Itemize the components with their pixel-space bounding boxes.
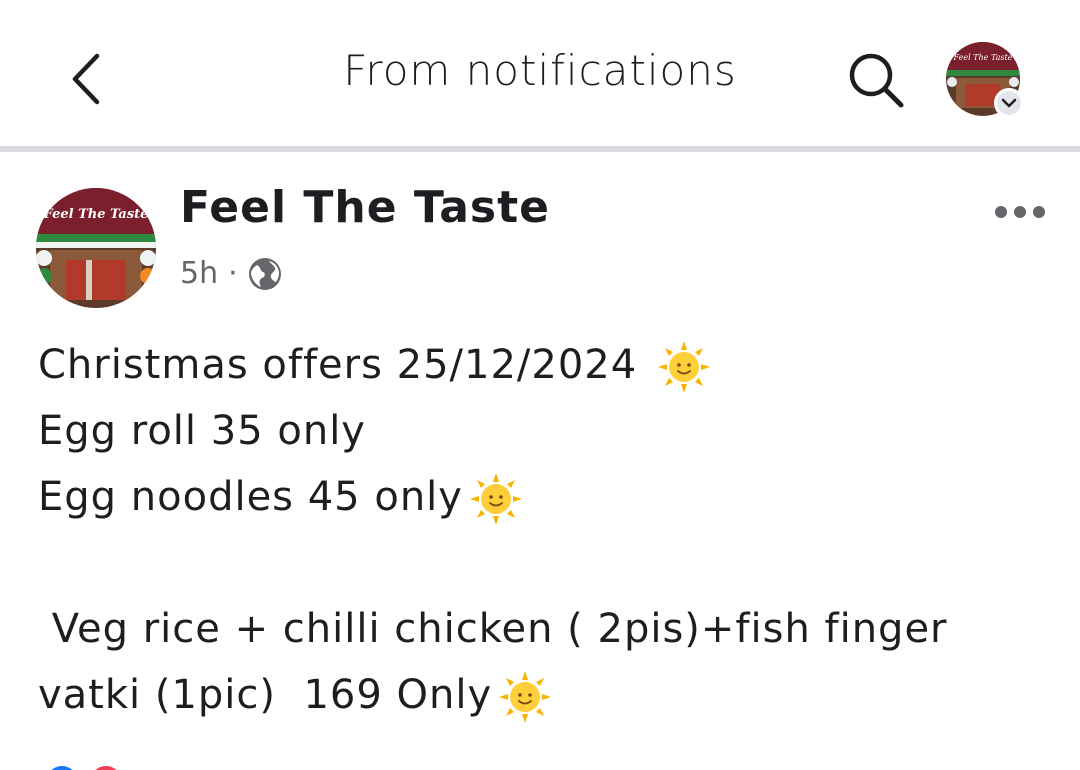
- more-dot: [1014, 206, 1026, 218]
- search-button[interactable]: [844, 48, 908, 112]
- post-options-button[interactable]: [984, 192, 1056, 232]
- sun-with-face-emoji: [469, 473, 522, 525]
- post-line-text: Egg noodles 45 only: [38, 474, 463, 520]
- reaction-icons[interactable]: [44, 764, 144, 770]
- post-line: Egg roll 35 only: [38, 398, 1048, 464]
- search-icon: [849, 53, 904, 108]
- more-horizontal-icon: [995, 206, 1007, 218]
- sun-with-face-emoji: [499, 671, 552, 723]
- love-reaction-icon: [95, 766, 117, 770]
- post-line-text: Christmas offers 25/12/2024: [38, 342, 638, 388]
- post-line-text: vatki (1pic) 169 Only: [38, 672, 493, 718]
- top-bar: From notifications Feel The Taste: [0, 0, 1080, 146]
- like-reaction-icon: [51, 766, 73, 770]
- post-line-blank: [38, 530, 1048, 596]
- meta-separator: ·: [228, 256, 238, 291]
- avatar-logo-text: Feel The Taste: [43, 207, 149, 222]
- post-line: Veg rice + chilli chicken ( 2pis)+fish f…: [38, 596, 1048, 662]
- page-title: From notifications: [343, 46, 737, 95]
- profile-badge: [994, 88, 1024, 118]
- page-avatar[interactable]: Feel The Taste: [36, 188, 156, 308]
- svg-text:Feel The Taste: Feel The Taste: [953, 53, 1013, 62]
- globe-icon: [248, 257, 281, 290]
- sun-with-face-emoji: [657, 341, 710, 393]
- page-name[interactable]: Feel The Taste: [180, 182, 550, 233]
- post-line-text: Veg rice + chilli chicken ( 2pis)+fish f…: [38, 606, 948, 652]
- post-line: Christmas offers 25/12/2024: [38, 332, 1048, 398]
- post-line-text: Egg roll 35 only: [38, 408, 366, 454]
- post-card: Feel The Taste Feel The Taste 5h · Chris…: [0, 152, 1080, 770]
- storefront-photo: Feel The Taste: [36, 188, 156, 308]
- profile-menu-button[interactable]: Feel The Taste: [946, 42, 1024, 118]
- post-meta: 5h ·: [180, 256, 282, 291]
- post-line: vatki (1pic) 169 Only: [38, 662, 1048, 728]
- more-dot: [1033, 206, 1045, 218]
- post-text: Christmas offers 25/12/2024 Egg roll 35 …: [38, 332, 1048, 728]
- post-line: Egg noodles 45 only: [38, 464, 1048, 530]
- post-time[interactable]: 5h: [180, 256, 218, 291]
- chevron-down-icon: [1001, 98, 1017, 108]
